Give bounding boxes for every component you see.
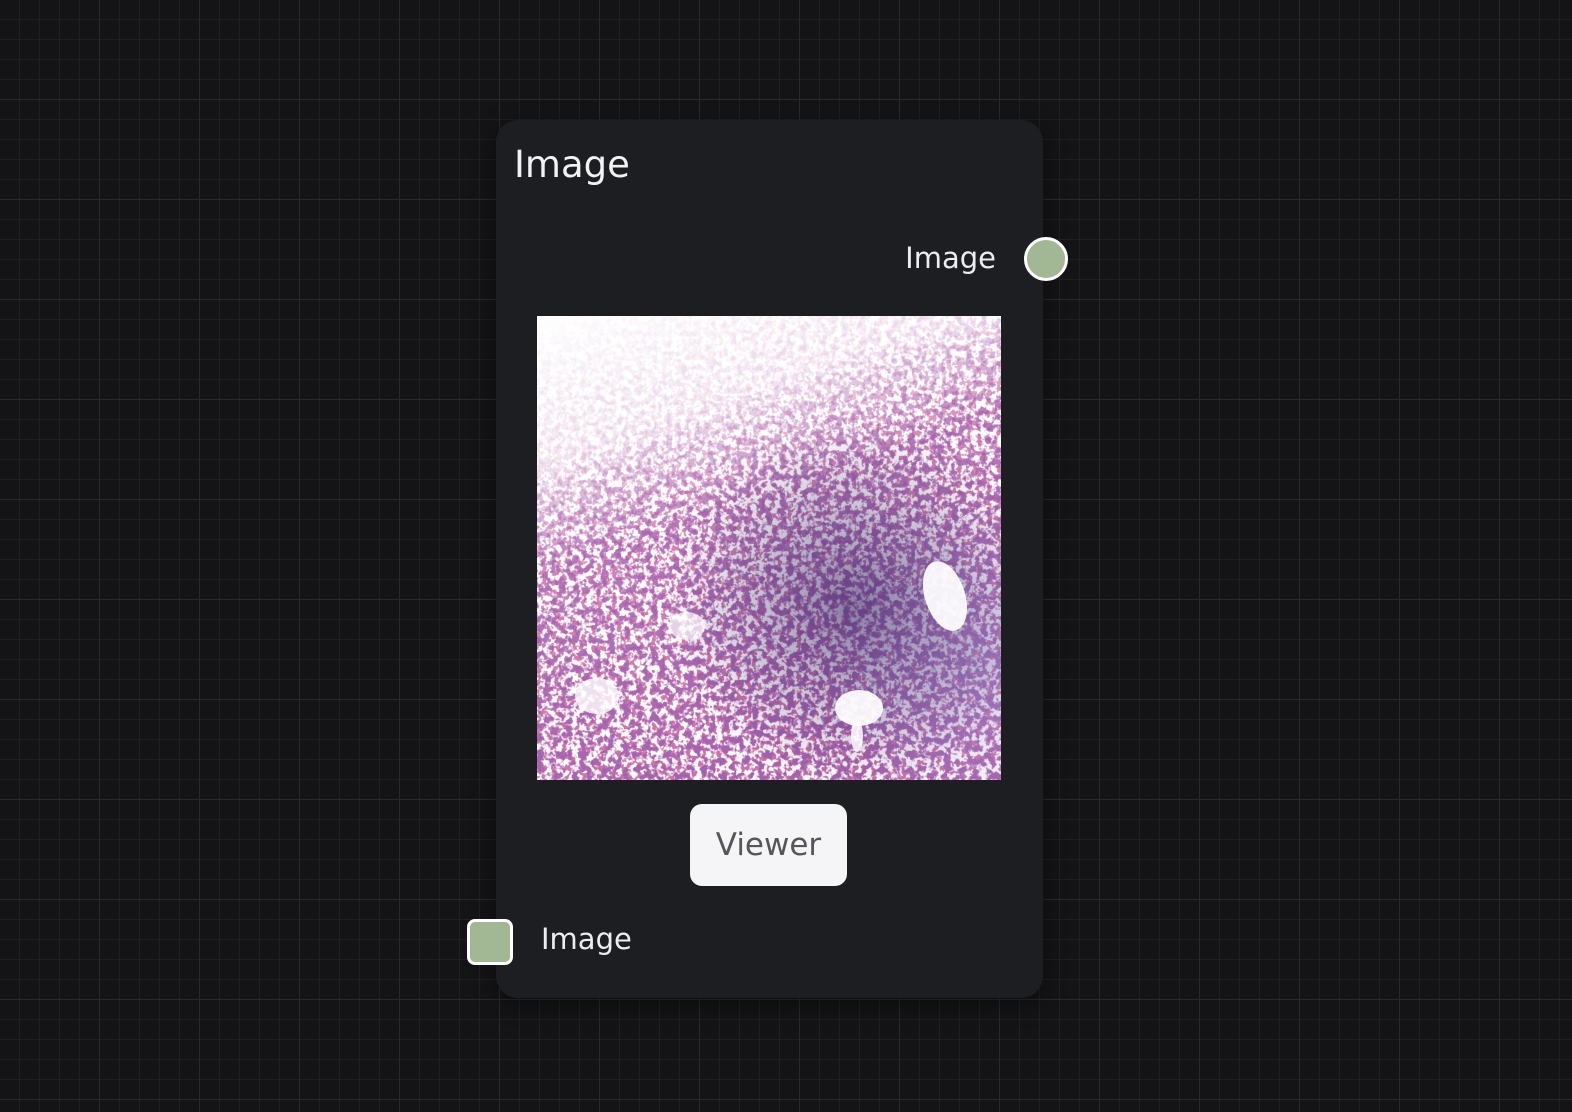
image-preview xyxy=(537,316,1001,780)
viewer-button[interactable]: Viewer xyxy=(690,804,847,886)
output-port-label: Image xyxy=(905,241,996,275)
input-port-handle[interactable] xyxy=(467,919,513,965)
node-title: Image xyxy=(514,143,630,186)
image-node[interactable]: Image Image Viewer Image xyxy=(496,120,1043,998)
output-port-handle[interactable] xyxy=(1024,237,1068,281)
input-port-label: Image xyxy=(541,922,632,956)
